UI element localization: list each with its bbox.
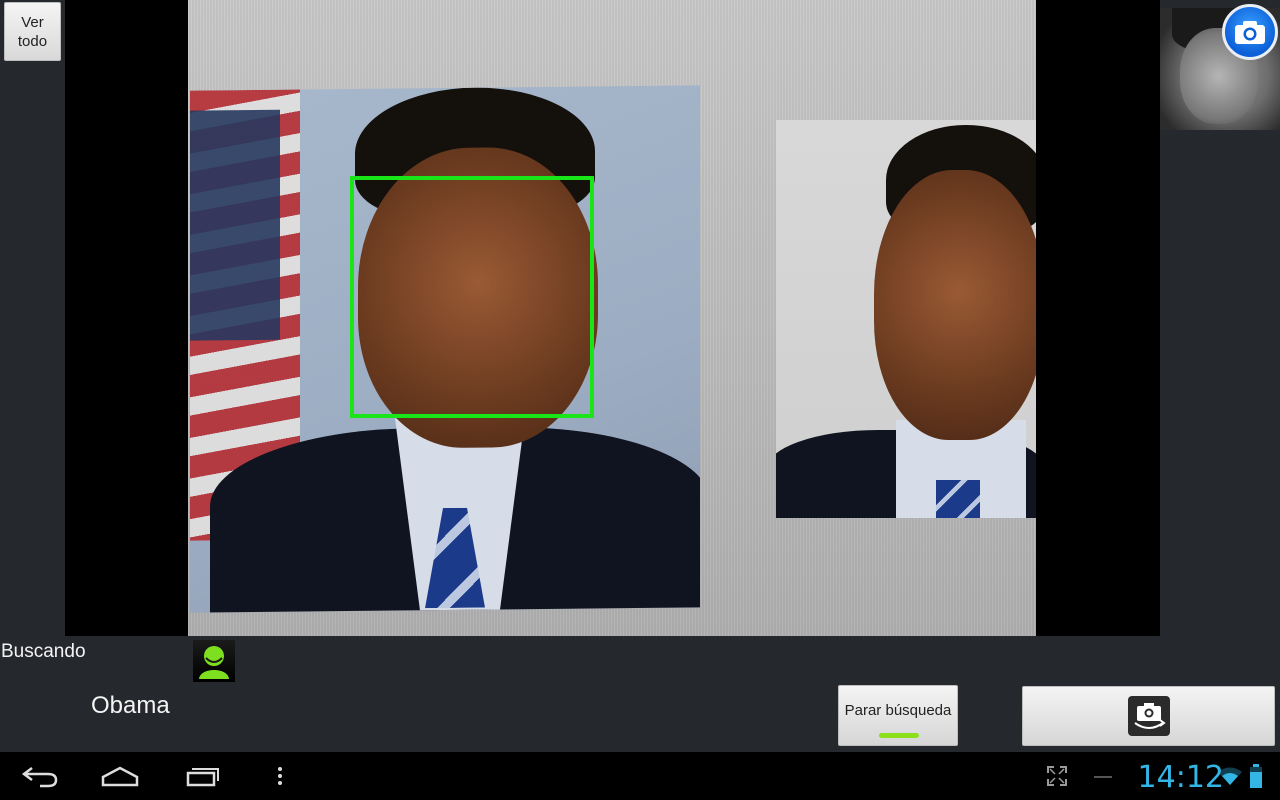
status-clock: 14:12 — [1137, 760, 1224, 795]
search-status-label: Buscando — [1, 641, 86, 662]
switch-camera-button[interactable] — [1022, 686, 1275, 746]
fullscreen-icon — [1047, 766, 1067, 786]
recognized-name: Obama — [91, 692, 170, 719]
camera-icon — [1235, 21, 1265, 44]
flag-stars — [190, 109, 280, 341]
system-navigation-bar: 14:12 — [0, 752, 1280, 800]
fullscreen-button[interactable] — [1044, 758, 1070, 794]
home-button[interactable] — [98, 758, 142, 794]
back-button[interactable] — [18, 758, 62, 794]
face — [874, 170, 1036, 440]
face-detection-box — [350, 176, 594, 418]
camera-feed — [188, 0, 1036, 636]
camera-capture-button[interactable] — [1222, 4, 1278, 60]
active-indicator — [879, 733, 919, 738]
switch-camera-icon — [1127, 696, 1170, 736]
wifi-status — [1216, 758, 1244, 794]
stop-search-button[interactable]: Parar búsqueda — [838, 685, 958, 746]
recent-apps-button[interactable] — [180, 758, 224, 794]
wifi-icon — [1218, 767, 1242, 785]
home-icon — [101, 766, 139, 787]
battery-icon — [1250, 764, 1262, 788]
recent-apps-icon — [186, 768, 219, 787]
person-icon — [193, 640, 235, 682]
divider — [1094, 776, 1112, 778]
back-icon — [21, 767, 58, 788]
tie — [936, 480, 980, 518]
menu-icon — [278, 767, 282, 785]
menu-button[interactable] — [268, 758, 292, 794]
photo-right — [776, 120, 1036, 518]
battery-status — [1248, 758, 1264, 794]
stop-search-label: Parar búsqueda — [844, 702, 952, 719]
ver-todo-button[interactable]: Ver todo — [4, 2, 61, 61]
